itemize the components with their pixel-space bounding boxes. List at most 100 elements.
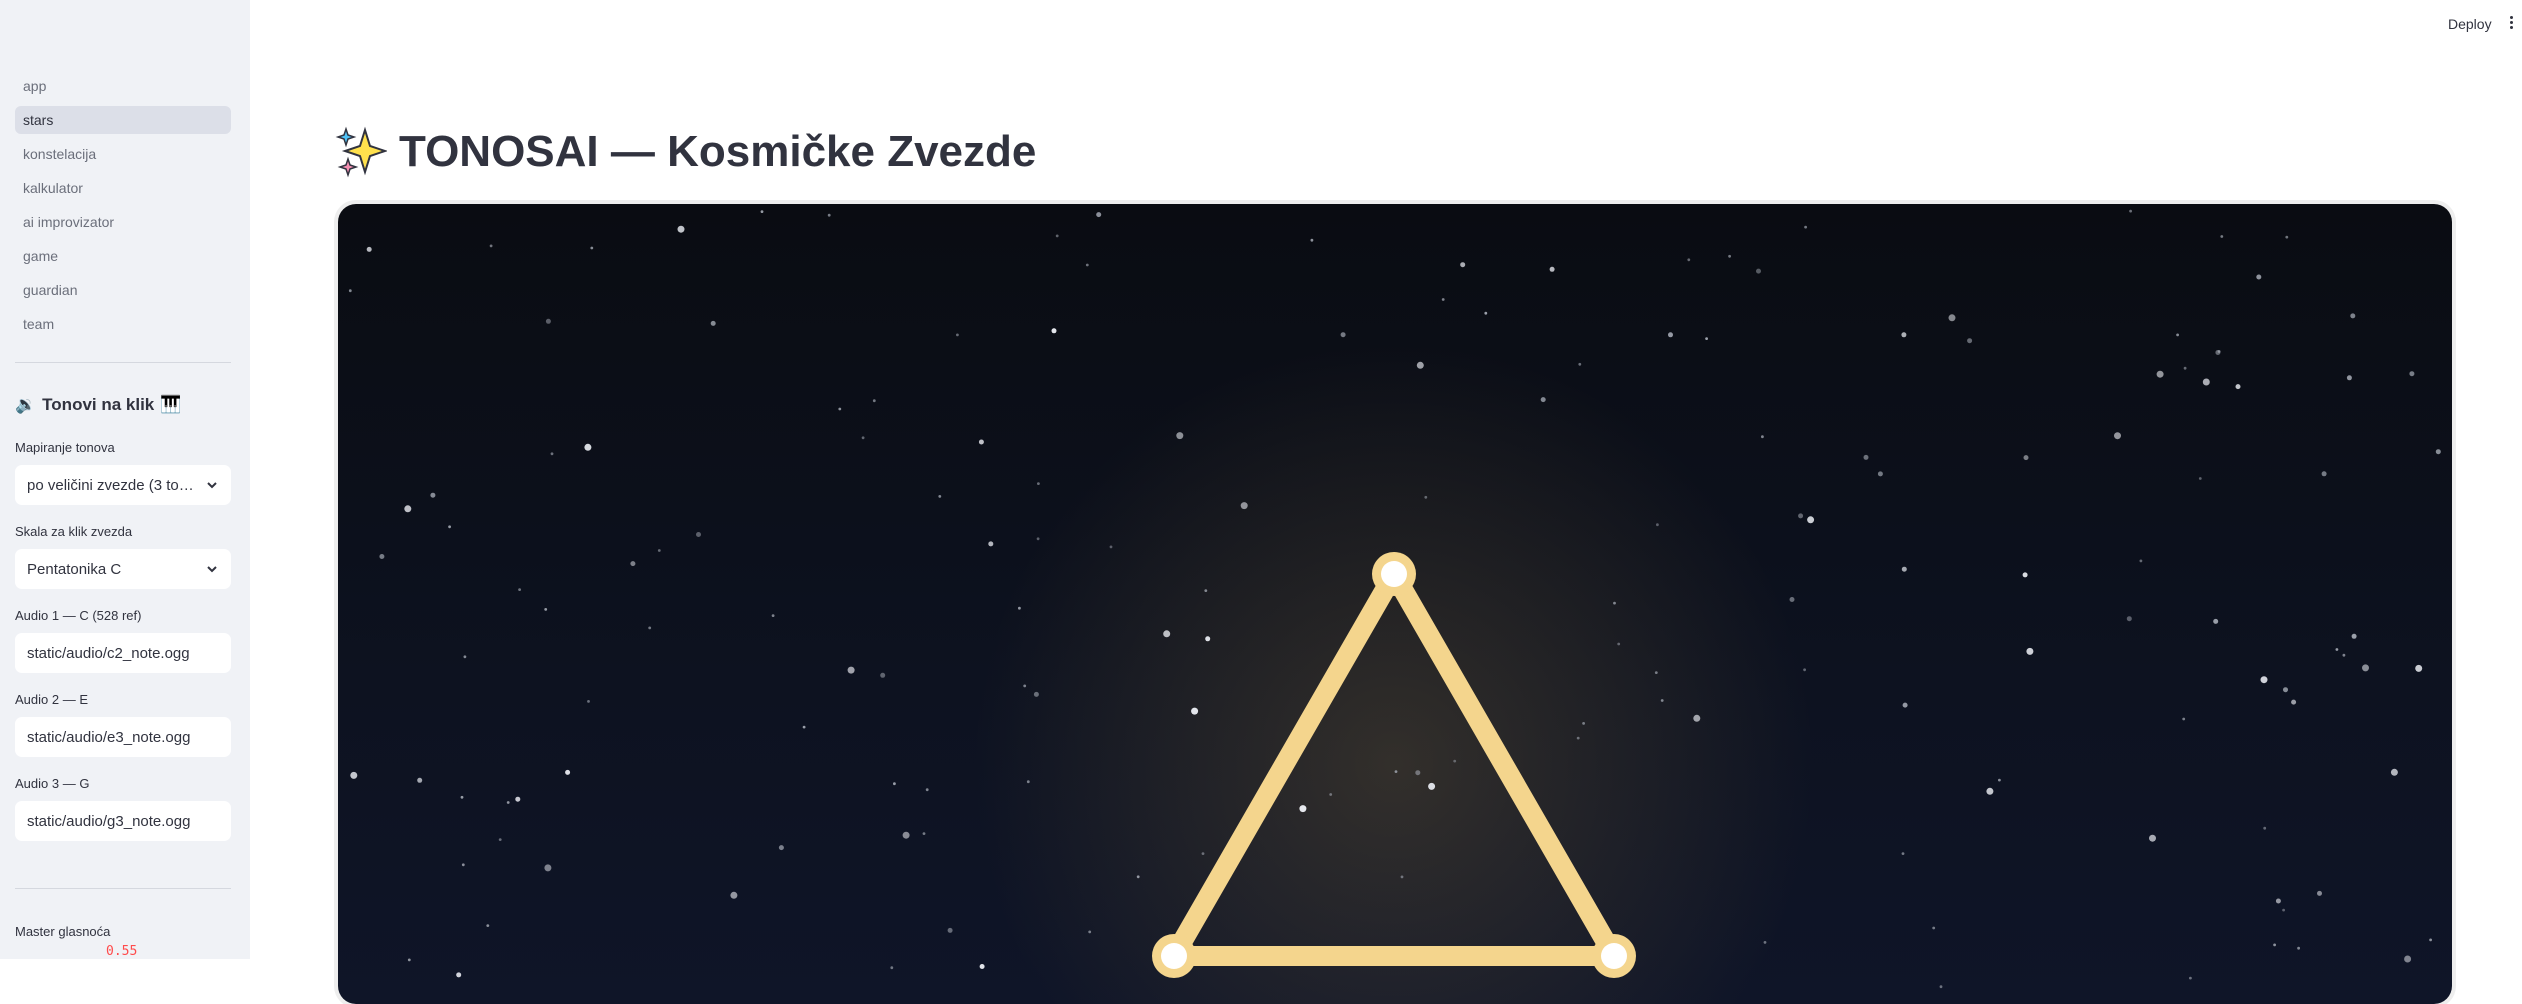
- background-star[interactable]: [1705, 337, 1708, 340]
- background-star[interactable]: [2217, 350, 2221, 353]
- background-star[interactable]: [778, 845, 784, 851]
- deploy-button[interactable]: Deploy: [2448, 16, 2492, 32]
- background-star[interactable]: [1967, 338, 1973, 344]
- background-star[interactable]: [2335, 648, 2339, 651]
- background-star[interactable]: [1877, 471, 1883, 477]
- background-star[interactable]: [988, 541, 994, 547]
- star-canvas[interactable]: [338, 204, 2452, 1004]
- audio3-input[interactable]: [15, 801, 231, 841]
- volume-slider-value[interactable]: 0.55: [106, 944, 137, 959]
- background-star[interactable]: [947, 927, 953, 933]
- background-star[interactable]: [2156, 370, 2164, 378]
- background-star[interactable]: [1191, 707, 1199, 715]
- background-star[interactable]: [1428, 782, 1436, 790]
- background-star[interactable]: [2346, 375, 2352, 381]
- background-star[interactable]: [1540, 397, 1546, 403]
- background-star[interactable]: [1761, 435, 1764, 439]
- background-star[interactable]: [1416, 361, 1424, 369]
- background-star[interactable]: [1798, 513, 1804, 519]
- background-star[interactable]: [1617, 642, 1621, 646]
- background-star[interactable]: [838, 407, 842, 411]
- background-star[interactable]: [2409, 371, 2415, 377]
- background-star[interactable]: [2404, 955, 2412, 963]
- background-star[interactable]: [544, 608, 548, 611]
- background-star[interactable]: [1088, 930, 1092, 934]
- background-star[interactable]: [448, 525, 451, 529]
- nav-item-stars[interactable]: stars: [15, 106, 231, 134]
- background-star[interactable]: [456, 972, 462, 978]
- background-star[interactable]: [2198, 477, 2202, 480]
- background-star[interactable]: [902, 831, 910, 839]
- background-star[interactable]: [861, 436, 865, 440]
- background-star[interactable]: [2139, 559, 2143, 563]
- background-star[interactable]: [489, 244, 493, 248]
- background-star[interactable]: [657, 549, 661, 552]
- background-star[interactable]: [584, 443, 592, 451]
- background-star[interactable]: [1201, 852, 1205, 855]
- kebab-menu-icon[interactable]: [2506, 14, 2516, 34]
- background-star[interactable]: [1668, 332, 1673, 338]
- background-star[interactable]: [847, 666, 855, 674]
- background-star[interactable]: [827, 213, 831, 217]
- background-star[interactable]: [2297, 946, 2300, 950]
- background-star[interactable]: [922, 832, 926, 835]
- nav-item-team[interactable]: team: [15, 310, 231, 338]
- background-star[interactable]: [1756, 268, 1761, 274]
- background-star[interactable]: [2362, 664, 2369, 672]
- background-star[interactable]: [366, 246, 372, 252]
- background-star[interactable]: [648, 626, 652, 630]
- background-star[interactable]: [872, 399, 876, 403]
- background-star[interactable]: [1803, 668, 1806, 672]
- background-star[interactable]: [2435, 449, 2441, 455]
- background-star[interactable]: [1728, 254, 1731, 258]
- nav-item-game[interactable]: game: [15, 242, 231, 270]
- background-star[interactable]: [1441, 298, 1445, 301]
- background-star[interactable]: [1549, 266, 1555, 272]
- background-star[interactable]: [893, 782, 896, 786]
- background-star[interactable]: [1863, 454, 1869, 460]
- background-star[interactable]: [1654, 671, 1658, 674]
- background-star[interactable]: [2235, 384, 2241, 390]
- background-star[interactable]: [1400, 875, 1404, 879]
- background-star[interactable]: [710, 320, 716, 326]
- background-star[interactable]: [350, 771, 358, 779]
- background-star[interactable]: [771, 614, 775, 617]
- background-star[interactable]: [2220, 235, 2224, 238]
- background-star[interactable]: [550, 452, 554, 456]
- background-star[interactable]: [460, 795, 464, 799]
- background-star[interactable]: [2176, 333, 2179, 337]
- background-star[interactable]: [1051, 328, 1057, 334]
- background-star[interactable]: [2189, 976, 2192, 980]
- background-star[interactable]: [880, 672, 886, 678]
- mapping-select[interactable]: po veličini zvezde (3 tona): [15, 465, 231, 505]
- background-star[interactable]: [890, 966, 894, 970]
- background-star[interactable]: [2283, 687, 2288, 693]
- background-star[interactable]: [2342, 653, 2346, 657]
- background-star[interactable]: [1763, 941, 1767, 944]
- background-star[interactable]: [2263, 826, 2267, 830]
- background-star[interactable]: [1424, 495, 1428, 499]
- background-star[interactable]: [1986, 787, 1994, 795]
- audio1-input[interactable]: [15, 633, 231, 673]
- background-star[interactable]: [430, 492, 436, 498]
- background-star[interactable]: [1085, 263, 1089, 267]
- nav-item-guardian[interactable]: guardian: [15, 276, 231, 304]
- background-star[interactable]: [1901, 852, 1905, 855]
- background-star[interactable]: [1033, 691, 1039, 697]
- background-star[interactable]: [2202, 378, 2210, 386]
- background-star[interactable]: [1037, 482, 1040, 485]
- background-star[interactable]: [2149, 834, 2156, 842]
- nav-item-kalkulator[interactable]: kalkulator: [15, 174, 231, 202]
- background-star[interactable]: [498, 838, 502, 841]
- background-star[interactable]: [938, 495, 942, 498]
- background-star[interactable]: [2282, 908, 2285, 912]
- background-star[interactable]: [1205, 636, 1211, 642]
- background-star[interactable]: [677, 225, 685, 233]
- background-star[interactable]: [1582, 722, 1585, 725]
- background-star[interactable]: [1240, 502, 1248, 510]
- background-star[interactable]: [1484, 311, 1488, 315]
- background-star[interactable]: [2273, 943, 2276, 947]
- background-star[interactable]: [1415, 770, 1421, 776]
- background-star[interactable]: [2390, 768, 2398, 776]
- background-star[interactable]: [1018, 606, 1021, 610]
